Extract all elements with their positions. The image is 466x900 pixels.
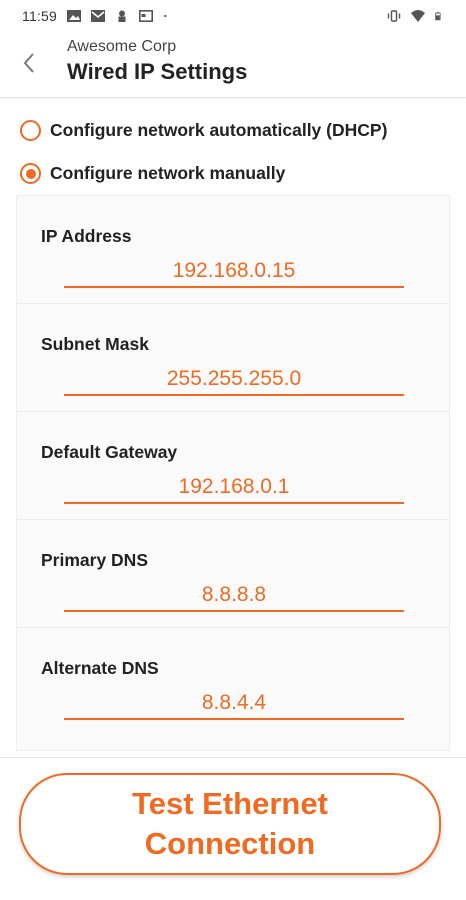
ip-address-input[interactable] [64,258,404,288]
profile-icon [118,10,126,22]
test-ethernet-button[interactable]: Test Ethernet Connection [19,773,441,875]
test-ethernet-label: Test Ethernet Connection [132,786,328,861]
default-gateway-label: Default Gateway [41,442,178,462]
wifi-icon [411,10,425,22]
bottom-divider [0,757,466,758]
gmail-icon [91,10,105,22]
image-icon [67,10,81,22]
company-name: Awesome Corp [67,38,177,55]
app-header: Awesome Corp Wired IP Settings [0,32,466,98]
dhcp-radio[interactable] [20,120,41,141]
primary-dns-field: Primary DNS [17,520,449,628]
subnet-mask-input[interactable] [64,366,404,396]
vibrate-icon [387,10,401,22]
default-gateway-input[interactable] [64,474,404,504]
ip-address-field: IP Address [17,196,449,304]
manual-radio[interactable] [20,163,41,184]
status-bar: 11:59 [0,0,466,32]
page-title: Wired IP Settings [67,59,248,84]
status-left: 11:59 [22,8,171,24]
battery-icon [435,12,441,21]
back-button[interactable] [14,48,44,78]
chevron-left-icon [23,53,34,73]
default-gateway-field: Default Gateway [17,412,449,520]
manual-settings-panel: IP Address Subnet Mask Default Gateway P… [16,195,450,751]
manual-option[interactable]: Configure network manually [20,163,285,184]
manual-label: Configure network manually [50,163,286,183]
status-right [387,10,444,22]
subnet-mask-label: Subnet Mask [41,334,149,354]
primary-dns-label: Primary DNS [41,550,148,570]
primary-dns-input[interactable] [64,582,404,612]
dhcp-label: Configure network automatically (DHCP) [50,120,388,140]
dot-icon [164,14,167,18]
calendar-icon [139,10,153,22]
dhcp-option[interactable]: Configure network automatically (DHCP) [20,120,387,141]
status-time: 11:59 [22,8,57,24]
subnet-mask-field: Subnet Mask [17,304,449,412]
alternate-dns-input[interactable] [64,690,404,720]
alternate-dns-label: Alternate DNS [41,658,159,678]
alternate-dns-field: Alternate DNS [17,628,449,736]
ip-address-label: IP Address [41,226,132,246]
